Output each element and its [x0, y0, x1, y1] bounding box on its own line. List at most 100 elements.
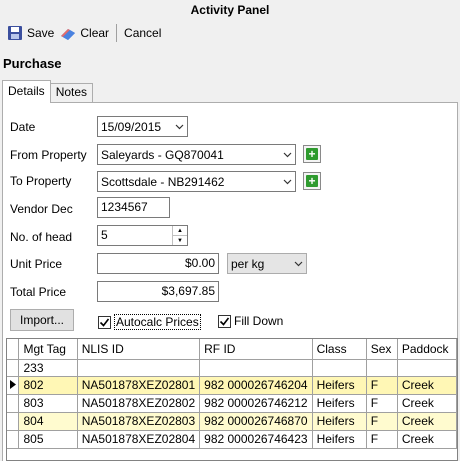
column-header-paddock[interactable]: Paddock — [397, 339, 457, 360]
floppy-disk-icon — [8, 26, 22, 40]
cell-nlis-id[interactable]: NA501878XEZ02804 — [77, 430, 201, 449]
save-button[interactable]: Save — [4, 22, 57, 44]
checkbox-box — [218, 314, 231, 328]
from-property-label: From Property — [10, 148, 87, 162]
no-of-head-stepper[interactable]: ▲ ▼ — [172, 226, 187, 245]
fill-down-checkbox[interactable]: Fill Down — [218, 314, 283, 328]
tab-details[interactable]: Details — [2, 80, 51, 103]
toolbar-separator — [116, 24, 118, 42]
unit-price-unit-value: per kg — [231, 256, 265, 271]
cell-paddock[interactable]: Creek — [397, 430, 457, 449]
total-price-input[interactable]: $3,697.85 — [97, 281, 219, 302]
cell-mgt-tag[interactable]: 802 — [18, 376, 78, 395]
filter-cell[interactable] — [312, 359, 367, 377]
cell-sex[interactable]: F — [366, 412, 398, 431]
cell-paddock[interactable]: Creek — [397, 376, 457, 395]
cell-nlis-id[interactable]: NA501878XEZ02803 — [77, 412, 201, 431]
column-header-class[interactable]: Class — [312, 339, 367, 360]
grid-header-row: Mgt Tag NLIS ID RF ID Class Sex Paddock — [7, 339, 457, 360]
checkmark-icon — [219, 317, 230, 326]
filter-cell[interactable] — [366, 359, 398, 377]
row-header-corner — [7, 339, 20, 360]
filter-cell[interactable] — [199, 359, 313, 377]
table-row[interactable]: 805 NA501878XEZ02804 982 000026746423 He… — [7, 430, 457, 449]
cell-class[interactable]: Heifers — [312, 412, 367, 431]
fill-down-label: Fill Down — [234, 314, 284, 328]
cell-class[interactable]: Heifers — [312, 394, 367, 413]
checkmark-icon — [99, 318, 110, 327]
cell-paddock[interactable]: Creek — [397, 412, 457, 431]
chevron-down-icon — [279, 172, 295, 191]
cell-rf-id[interactable]: 982 000026746870 — [199, 412, 313, 431]
cell-rf-id[interactable]: 982 000026746204 — [199, 376, 313, 395]
cell-sex[interactable]: F — [366, 376, 398, 395]
no-of-head-value: 5 — [101, 228, 108, 242]
cell-nlis-id[interactable]: NA501878XEZ02802 — [77, 394, 201, 413]
to-property-value: Scottsdale - NB291462 — [101, 174, 225, 189]
import-button[interactable]: Import... — [10, 309, 74, 331]
autocalc-prices-label: Autocalc Prices — [114, 314, 201, 330]
cell-class[interactable]: Heifers — [312, 430, 367, 449]
date-label: Date — [10, 120, 36, 134]
add-to-property-button[interactable]: + — [303, 172, 321, 190]
filter-cell[interactable] — [77, 359, 201, 377]
unit-price-input[interactable]: $0.00 — [97, 253, 219, 274]
cell-mgt-tag[interactable]: 803 — [18, 394, 78, 413]
chevron-down-icon — [171, 117, 187, 136]
eraser-icon — [61, 29, 76, 40]
toolbar: Save Clear Cancel — [0, 21, 460, 45]
column-header-mgt-tag[interactable]: Mgt Tag — [18, 339, 78, 360]
row-header[interactable] — [7, 394, 20, 413]
from-property-value: Saleyards - GQ870041 — [101, 147, 224, 162]
cancel-button[interactable]: Cancel — [121, 22, 164, 44]
row-header[interactable] — [7, 376, 20, 395]
table-row[interactable]: 802 NA501878XEZ02801 982 000026746204 He… — [7, 376, 457, 395]
row-header — [7, 359, 20, 377]
clear-label: Clear — [80, 26, 110, 40]
unit-price-unit-select[interactable]: per kg — [227, 253, 307, 274]
section-title: Purchase — [3, 56, 62, 71]
row-header[interactable] — [7, 412, 20, 431]
cell-sex[interactable]: F — [366, 430, 398, 449]
to-property-select[interactable]: Scottsdale - NB291462 — [97, 171, 296, 192]
cell-paddock[interactable]: Creek — [397, 394, 457, 413]
cell-rf-id[interactable]: 982 000026746212 — [199, 394, 313, 413]
date-value: 15/09/2015 — [101, 119, 162, 134]
clear-button[interactable]: Clear — [57, 22, 112, 44]
cell-nlis-id[interactable]: NA501878XEZ02801 — [77, 376, 201, 395]
date-picker[interactable]: 15/09/2015 — [97, 116, 188, 137]
vendor-dec-input[interactable]: 1234567 — [97, 197, 170, 218]
cell-mgt-tag[interactable]: 805 — [18, 430, 78, 449]
cell-mgt-tag[interactable]: 804 — [18, 412, 78, 431]
plus-icon: + — [306, 175, 318, 187]
table-row[interactable]: 803 NA501878XEZ02802 982 000026746212 He… — [7, 394, 457, 413]
chevron-down-icon — [279, 145, 295, 164]
column-header-rf-id[interactable]: RF ID — [199, 339, 313, 360]
table-row[interactable]: 804 NA501878XEZ02803 982 000026746870 He… — [7, 412, 457, 431]
row-header[interactable] — [7, 430, 20, 449]
cell-class[interactable]: Heifers — [312, 376, 367, 395]
current-row-arrow-icon — [9, 380, 16, 389]
tab-notes[interactable]: Notes — [50, 83, 94, 102]
filter-cell-mgt-tag[interactable]: 233 — [18, 359, 78, 377]
total-price-label: Total Price — [10, 285, 67, 299]
grid-filter-row: 233 — [7, 359, 457, 377]
to-property-label: To Property — [10, 174, 72, 188]
from-property-select[interactable]: Saleyards - GQ870041 — [97, 144, 296, 165]
cell-sex[interactable]: F — [366, 394, 398, 413]
spin-down-icon[interactable]: ▼ — [173, 235, 187, 245]
unit-price-label: Unit Price — [10, 257, 63, 271]
animals-grid: Mgt Tag NLIS ID RF ID Class Sex Paddock … — [6, 338, 458, 461]
cell-rf-id[interactable]: 982 000026746423 — [199, 430, 313, 449]
no-of-head-label: No. of head — [10, 230, 73, 244]
column-header-sex[interactable]: Sex — [366, 339, 398, 360]
filter-cell[interactable] — [397, 359, 457, 377]
chevron-down-icon — [290, 254, 306, 273]
autocalc-prices-checkbox[interactable]: Autocalc Prices — [98, 314, 201, 330]
cancel-label: Cancel — [124, 26, 162, 40]
column-header-nlis-id[interactable]: NLIS ID — [77, 339, 201, 360]
add-from-property-button[interactable]: + — [303, 145, 321, 163]
animals-table: Mgt Tag NLIS ID RF ID Class Sex Paddock … — [7, 339, 457, 449]
spin-up-icon[interactable]: ▲ — [173, 226, 187, 235]
plus-icon: + — [306, 148, 318, 160]
